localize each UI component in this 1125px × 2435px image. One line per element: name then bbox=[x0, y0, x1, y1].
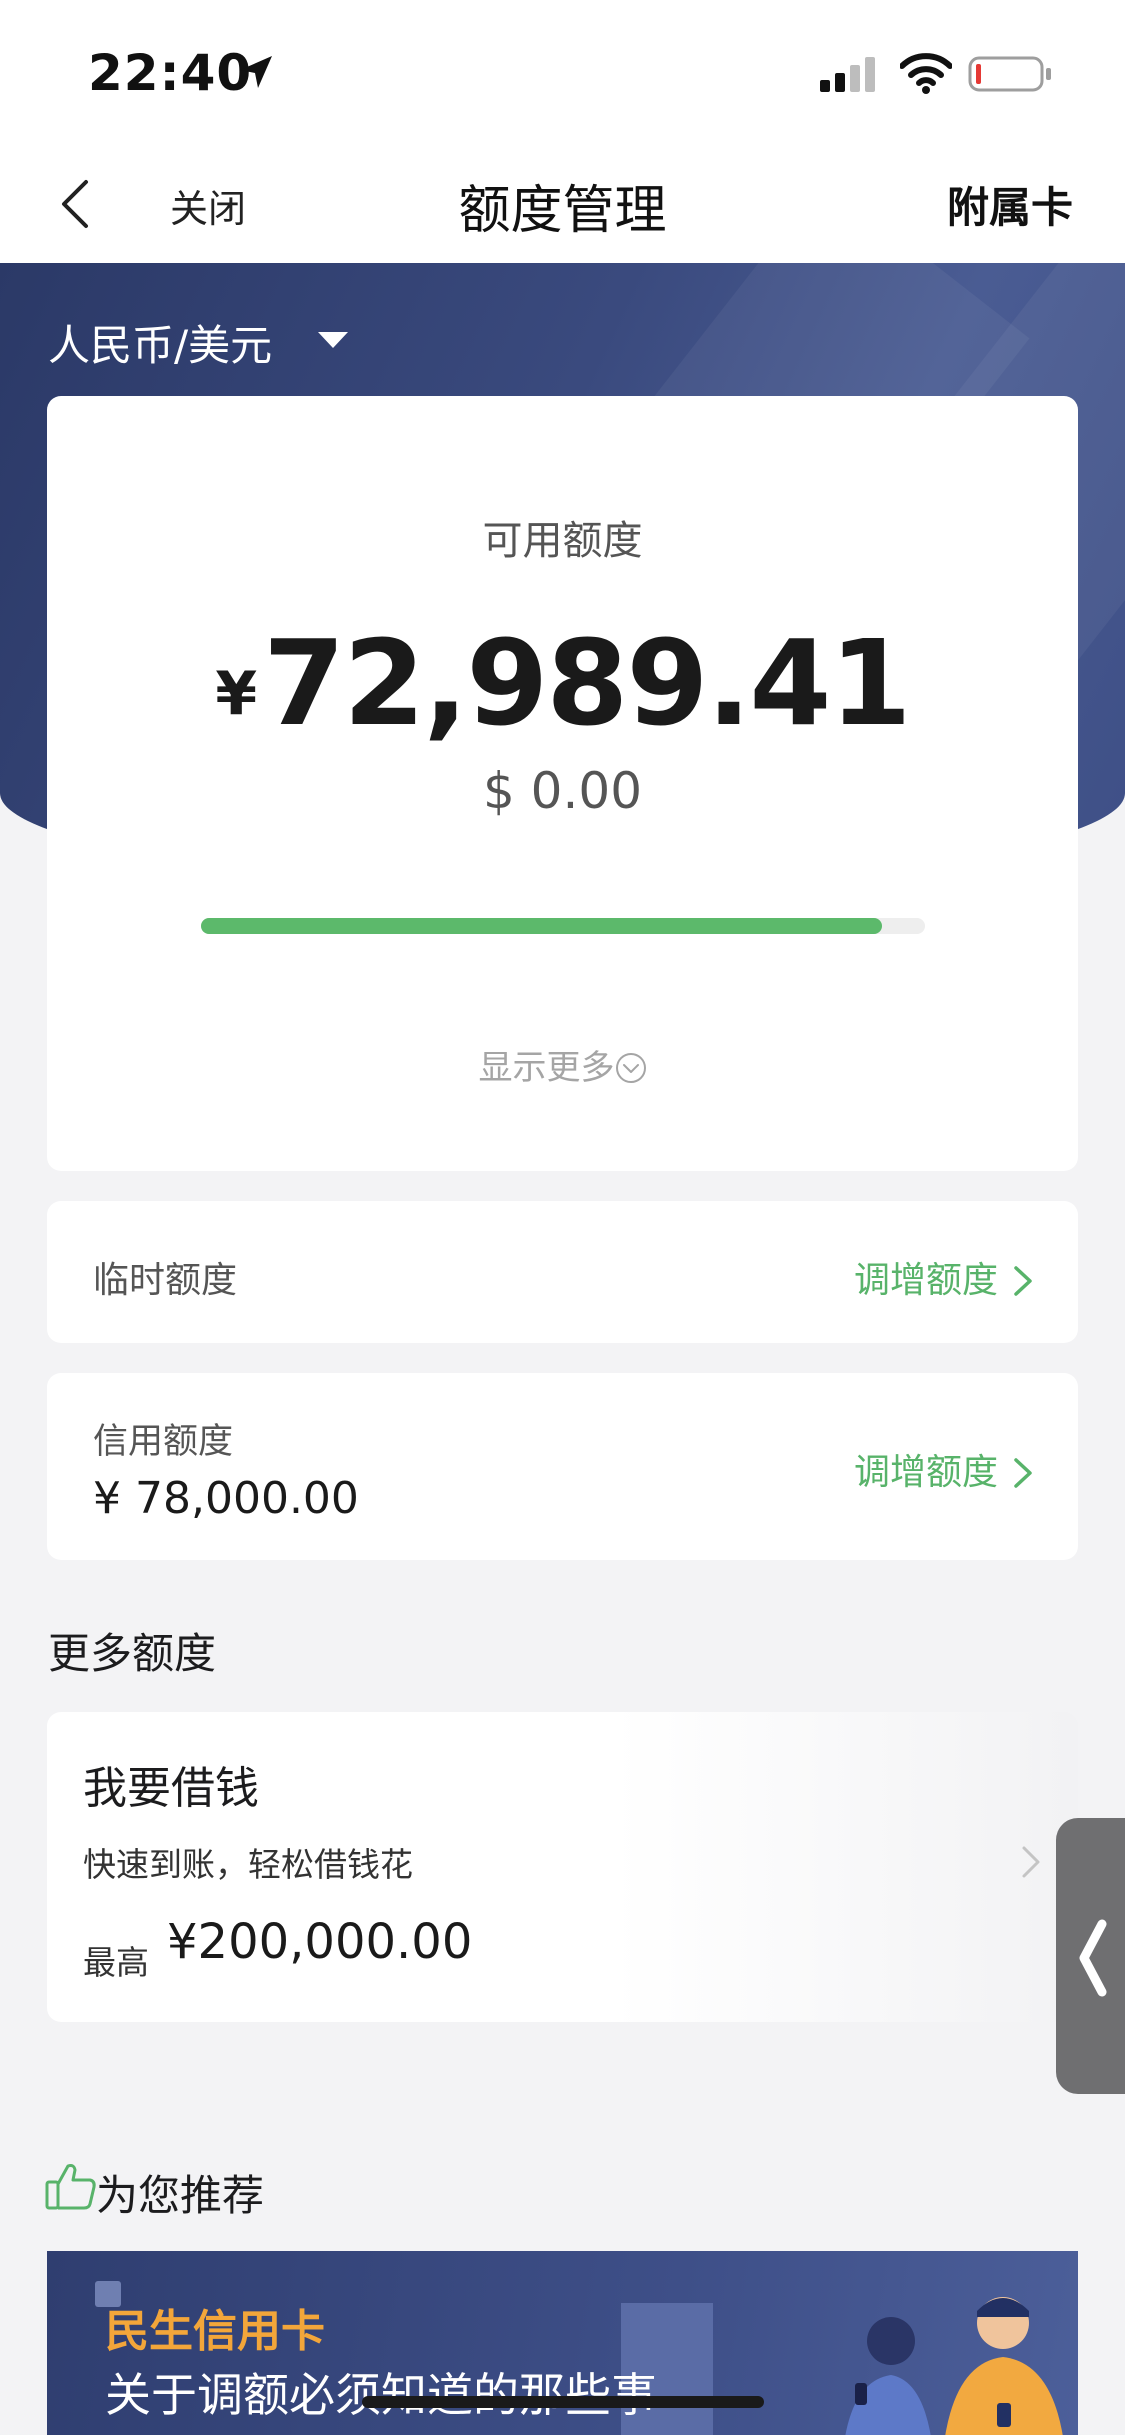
chevron-right-icon bbox=[1022, 1846, 1040, 1878]
status-time: 22:40 bbox=[88, 44, 253, 102]
temporary-increase-label: 调增额度 bbox=[853, 1260, 998, 1301]
floating-side-tab[interactable] bbox=[1056, 1818, 1125, 2094]
more-limits-title: 更多额度 bbox=[48, 1629, 217, 1678]
banner-title: 民生信用卡 bbox=[105, 2306, 325, 2357]
credit-usage-fill bbox=[201, 918, 882, 934]
available-label: 可用额度 bbox=[482, 518, 643, 564]
temporary-increase-link[interactable]: 调增额度 bbox=[854, 1251, 1034, 1303]
temporary-limit-label: 临时额度 bbox=[93, 1260, 238, 1301]
thumbs-up-icon bbox=[45, 2164, 96, 2210]
available-amount: ¥72,989.41 bbox=[47, 614, 1078, 752]
usd-amount: $ 0.00 bbox=[482, 762, 643, 820]
signal-icon bbox=[820, 57, 875, 92]
borrow-max-value: ¥200,000.00 bbox=[167, 1914, 473, 1970]
credit-limit-label: 信用额度 bbox=[93, 1422, 234, 1462]
available-credit-card: 可用额度 ¥72,989.41 $ 0.00 显示更多 bbox=[47, 396, 1078, 1171]
battery-icon bbox=[968, 56, 1051, 92]
caret-down-icon[interactable] bbox=[316, 330, 350, 350]
credit-limit-row[interactable]: 信用额度 ¥ 78,000.00 调增额度 bbox=[47, 1373, 1078, 1560]
borrow-title: 我要借钱 bbox=[83, 1763, 259, 1814]
currency-symbol: ¥ bbox=[215, 659, 258, 729]
banner-subtitle: 关于调额必须知道的那些事 bbox=[105, 2368, 657, 2422]
show-more-label: 显示更多 bbox=[478, 1048, 615, 1088]
chevron-right-icon bbox=[1014, 1266, 1032, 1296]
nav-bar: 关闭 额度管理 附属卡 bbox=[0, 150, 1125, 263]
supplementary-card-button[interactable]: 附属卡 bbox=[947, 174, 1073, 235]
show-more-button[interactable]: 显示更多 bbox=[47, 1040, 1078, 1089]
available-amount-value: 72,989.41 bbox=[263, 614, 911, 752]
wifi-icon bbox=[900, 53, 952, 94]
credit-increase-label: 调增额度 bbox=[853, 1452, 998, 1493]
status-bar: 22:40 bbox=[0, 0, 1125, 150]
borrow-subtitle: 快速到账，轻松借钱花 bbox=[83, 1845, 413, 1884]
borrow-money-card[interactable]: 我要借钱 快速到账，轻松借钱花 最高 ¥200,000.00 bbox=[47, 1712, 1078, 2022]
borrow-max-label: 最高 bbox=[83, 1943, 149, 1982]
temporary-limit-row[interactable]: 临时额度 调增额度 bbox=[47, 1201, 1078, 1343]
currency-selector[interactable]: 人民币/美元 bbox=[48, 312, 272, 373]
credit-limit-value: ¥ 78,000.00 bbox=[93, 1473, 359, 1524]
recommend-title: 为您推荐 bbox=[96, 2171, 265, 2220]
home-indicator bbox=[362, 2396, 764, 2408]
chevron-down-circle-icon bbox=[615, 1053, 646, 1083]
side-tab-chevron-icon bbox=[1079, 1919, 1107, 1997]
people-illustration-icon bbox=[845, 2297, 1063, 2435]
chevron-right-icon bbox=[1014, 1458, 1032, 1488]
credit-usage-bar bbox=[201, 918, 925, 934]
credit-increase-link[interactable]: 调增额度 bbox=[854, 1443, 1034, 1495]
location-arrow-icon bbox=[240, 56, 272, 88]
